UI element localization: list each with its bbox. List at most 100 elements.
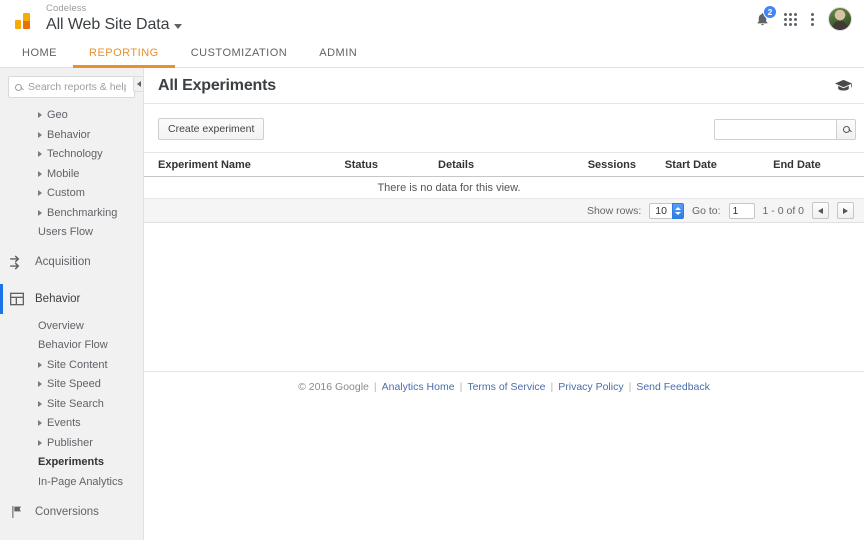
column-header-sessions[interactable]: Sessions [588,159,665,171]
goto-label: Go to: [691,204,721,217]
experiments-panel: Create experiment Experiment Name Status… [144,104,864,223]
notifications-button[interactable]: 2 [755,5,777,27]
sidebar-item-label: Overview [38,319,84,332]
sidebar-item-behavior[interactable]: Behavior [0,282,143,316]
sidebar-item-label: Benchmarking [47,206,118,219]
sidebar-item-label: Mobile [47,167,80,180]
sidebar-nav-scroll[interactable]: Interests Geo Behavior Technology Mobile [0,104,143,540]
sidebar-item-users-flow[interactable]: Users Flow [0,223,143,243]
sidebar-item-label: Technology [47,148,103,161]
chevron-right-icon [843,207,848,214]
sidebar-item-label: Custom [47,187,85,200]
sidebar-item-custom[interactable]: Custom [0,184,143,204]
sidebar-item-label: Behavior Flow [38,339,108,352]
footer-separator: | [628,380,632,393]
column-header-status[interactable]: Status [344,159,438,171]
sidebar-item-overview[interactable]: Overview [0,316,143,336]
experiments-table: Experiment Name Status Details Sessions … [144,152,864,223]
page-header: All Experiments [144,68,864,104]
tab-reporting[interactable]: REPORTING [73,38,175,68]
expand-arrow-icon [38,439,42,446]
table-pagination: Show rows: 10 Go to: 1 - 0 of 0 [144,199,864,223]
tab-admin[interactable]: ADMIN [303,38,373,67]
sidebar-item-benchmarking[interactable]: Benchmarking [0,203,143,223]
goto-page-input[interactable] [728,202,755,219]
search-reports-box[interactable] [8,76,135,98]
expand-arrow-icon [38,400,42,407]
expand-arrow-icon [38,112,42,119]
sidebar: Interests Geo Behavior Technology Mobile [0,68,144,540]
logo-bar-small [15,20,21,29]
chevron-left-icon [818,207,823,214]
stepper-up-icon [674,206,681,210]
expand-arrow-icon [38,151,42,158]
sidebar-item-events[interactable]: Events [0,414,143,434]
table-toolbar: Create experiment [144,114,864,144]
behavior-layout-icon [8,291,25,308]
sidebar-item-label: Publisher [47,436,93,449]
next-page-button[interactable] [837,202,854,219]
sidebar-item-label: Site Search [47,397,104,410]
collapse-sidebar-button[interactable] [133,76,143,92]
main-content: All Experiments Create experiment Experi… [144,68,864,540]
tab-home[interactable]: HOME [6,38,73,67]
footer-link-analytics-home[interactable]: Analytics Home [382,381,455,393]
sidebar-item-label: Site Speed [47,378,101,391]
acquisition-arrows-icon [8,254,25,271]
column-header-end-date[interactable]: End Date [773,159,860,171]
stepper-down-icon [674,211,681,215]
expand-arrow-icon [38,361,42,368]
table-search-button[interactable] [836,118,856,140]
caret-down-icon[interactable] [174,24,183,30]
apps-grid-icon[interactable] [784,12,797,26]
sidebar-item-experiments[interactable]: Experiments [0,453,143,473]
column-header-experiment-name[interactable]: Experiment Name [158,159,344,171]
account-selector[interactable]: Codeless All Web Site Data [46,3,183,34]
footer-separator: | [373,380,377,393]
sidebar-item-conversions[interactable]: Conversions [0,495,143,529]
sidebar-item-mobile[interactable]: Mobile [0,164,143,184]
sidebar-item-label: Conversions [35,505,99,518]
sidebar-item-site-search[interactable]: Site Search [0,394,143,414]
previous-page-button[interactable] [812,202,829,219]
table-search-input[interactable] [714,118,836,140]
column-header-start-date[interactable]: Start Date [665,159,773,171]
sidebar-item-acquisition[interactable]: Acquisition [0,245,143,279]
expand-arrow-icon [38,131,42,138]
footer-link-terms-of-service[interactable]: Terms of Service [467,381,545,393]
sidebar-item-site-content[interactable]: Site Content [0,355,143,375]
logo-bar-accent [23,21,30,29]
pagination-range: 1 - 0 of 0 [762,204,804,217]
sidebar-item-label: Experiments [38,456,105,469]
app-shell: Interests Geo Behavior Technology Mobile [0,68,864,540]
notification-badge: 2 [763,5,777,19]
sidebar-item-in-page-analytics[interactable]: In-Page Analytics [0,472,143,492]
search-input[interactable] [26,80,128,94]
tab-customization[interactable]: CUSTOMIZATION [175,38,304,67]
sidebar-item-technology[interactable]: Technology [0,145,143,165]
sidebar-item-behavior-audience[interactable]: Behavior [0,125,143,145]
show-rows-select[interactable]: 10 [649,202,684,219]
kebab-menu-icon[interactable] [811,12,814,26]
top-bar: Codeless All Web Site Data 2 [0,0,864,38]
sidebar-item-geo[interactable]: Geo [0,106,143,126]
google-analytics-logo[interactable] [0,9,46,29]
footer-link-privacy-policy[interactable]: Privacy Policy [558,381,623,393]
footer-link-send-feedback[interactable]: Send Feedback [636,381,710,393]
search-icon [15,83,22,91]
sidebar-item-site-speed[interactable]: Site Speed [0,375,143,395]
sidebar-item-publisher[interactable]: Publisher [0,433,143,453]
show-rows-stepper[interactable] [671,202,684,219]
graduation-cap-icon[interactable] [835,79,852,92]
sidebar-item-label: Users Flow [38,226,94,239]
sidebar-item-label: Behavior [47,128,91,141]
user-avatar[interactable] [828,7,852,31]
sidebar-item-label: Behavior [35,293,81,305]
create-experiment-button[interactable]: Create experiment [158,118,265,140]
sidebar-item-behavior-flow[interactable]: Behavior Flow [0,336,143,356]
sidebar-search-wrap [0,68,143,104]
footer-separator: | [550,380,554,393]
column-header-details[interactable]: Details [438,159,588,171]
conversions-flag-icon [8,503,25,520]
show-rows-value: 10 [649,202,672,219]
